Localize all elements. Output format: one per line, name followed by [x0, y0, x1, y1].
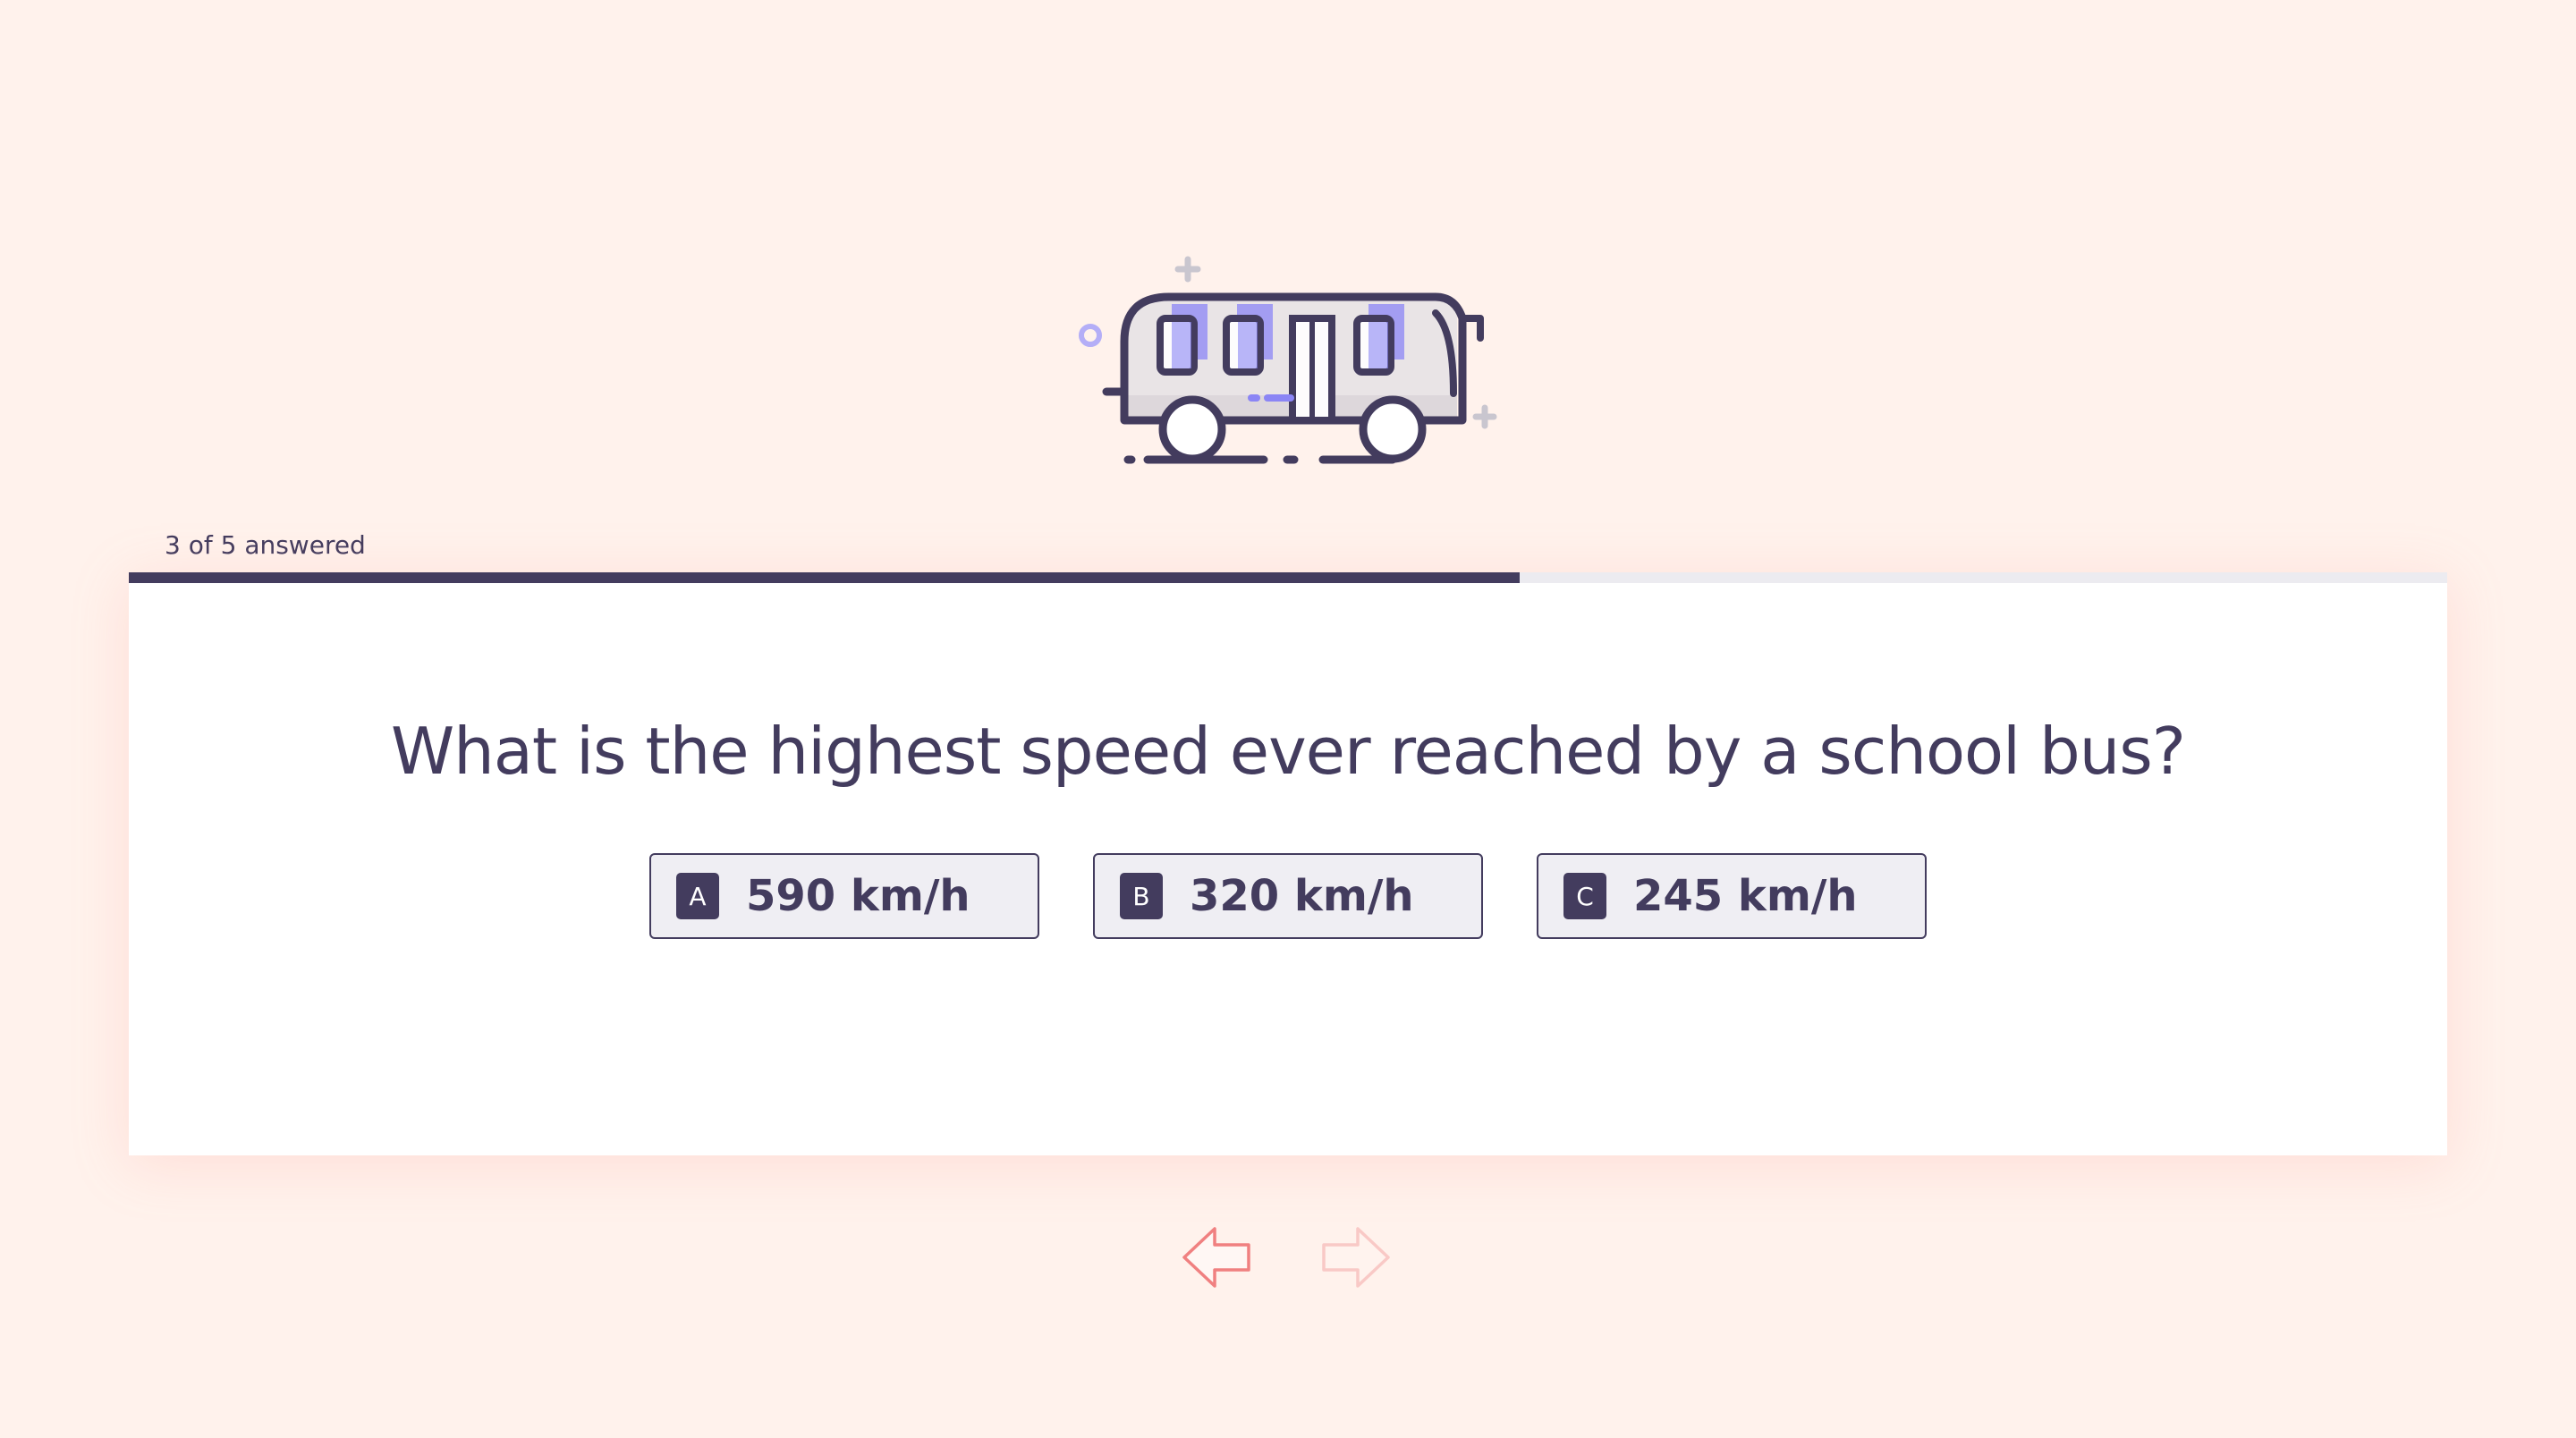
option-key-badge: C — [1563, 873, 1606, 919]
option-a-button[interactable]: A 590 km/h — [649, 853, 1039, 939]
school-bus-illustration — [1069, 241, 1507, 483]
question-text: What is the highest speed ever reached b… — [390, 714, 2186, 789]
option-label: 590 km/h — [746, 871, 970, 921]
answer-options: A 590 km/h B 320 km/h C 245 km/h — [129, 853, 2447, 939]
progress-bar-fill — [129, 572, 1521, 583]
option-c-button[interactable]: C 245 km/h — [1537, 853, 1927, 939]
option-label: 245 km/h — [1633, 871, 1858, 921]
next-button[interactable] — [1318, 1222, 1394, 1293]
option-key-badge: B — [1120, 873, 1163, 919]
arrow-left-icon — [1182, 1227, 1250, 1288]
school-bus-icon — [1079, 256, 1497, 464]
arrow-right-icon — [1322, 1227, 1390, 1288]
question-card: What is the highest speed ever reached b… — [129, 572, 2447, 1155]
progress-bar — [129, 572, 2447, 583]
sparkle-ring-icon — [1079, 324, 1102, 347]
sparkle-plus-icon — [1472, 404, 1497, 429]
previous-button[interactable] — [1179, 1222, 1254, 1293]
option-key-badge: A — [676, 873, 719, 919]
sparkle-plus-icon — [1174, 256, 1201, 283]
progress-label: 3 of 5 answered — [165, 530, 366, 560]
option-label: 320 km/h — [1190, 871, 1414, 921]
option-b-button[interactable]: B 320 km/h — [1093, 853, 1483, 939]
